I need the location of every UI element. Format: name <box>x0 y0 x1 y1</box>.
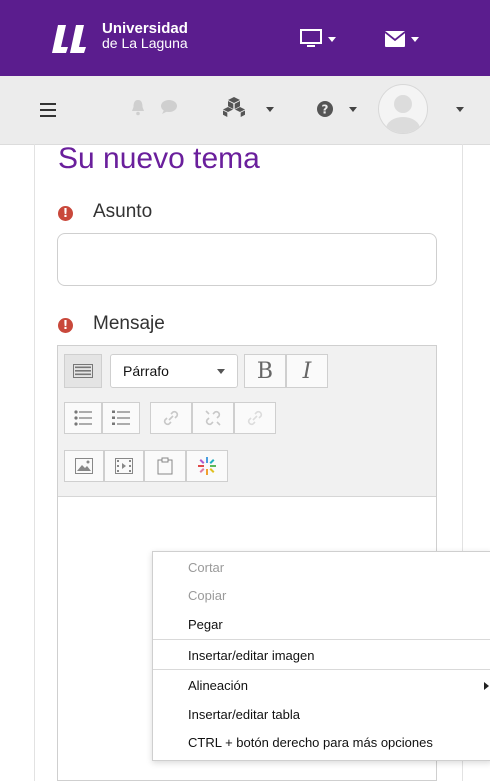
paste-button[interactable] <box>144 450 186 482</box>
menu-item-more-options[interactable]: CTRL + botón derecho para más opciones <box>188 735 433 750</box>
chevron-down-icon[interactable] <box>349 107 357 112</box>
menu-item-copy[interactable]: Copiar <box>188 588 226 603</box>
top-header: Universidad de La Laguna <box>0 0 490 76</box>
display-menu-button[interactable] <box>300 26 336 52</box>
message-label: Mensaje <box>93 313 165 334</box>
user-icon <box>386 95 420 133</box>
menu-item-cut[interactable]: Cortar <box>188 560 224 575</box>
insert-image-button[interactable] <box>64 450 104 482</box>
envelope-icon <box>385 31 405 47</box>
sparkle-color-icon <box>198 457 216 475</box>
chevron-down-icon <box>217 369 225 374</box>
keyboard-icon <box>73 364 93 378</box>
menu-separator <box>153 669 490 670</box>
user-menu-chevron-icon[interactable] <box>456 107 464 112</box>
menu-item-insert-image[interactable]: Insertar/editar imagen <box>188 648 314 663</box>
subject-input[interactable] <box>57 233 437 286</box>
anchor-link-icon <box>247 410 263 426</box>
editor-toolbar: Párrafo B I <box>58 346 436 497</box>
chat-icon[interactable] <box>160 99 178 115</box>
unlink-icon <box>205 410 221 426</box>
format-select-value: Párrafo <box>123 363 169 379</box>
submenu-arrow-icon <box>484 682 489 690</box>
help-icon[interactable]: ? <box>317 101 333 117</box>
bold-button[interactable]: B <box>244 354 286 388</box>
logo-line-2: de La Laguna <box>102 35 188 51</box>
svg-text:?: ? <box>322 103 329 117</box>
menu-icon[interactable] <box>40 103 56 117</box>
subject-label: Asunto <box>93 201 153 222</box>
monitor-icon <box>300 29 322 47</box>
ordered-list-button[interactable] <box>102 402 140 434</box>
logo-line-1: Universidad <box>102 20 188 37</box>
chevron-down-icon <box>411 36 419 42</box>
menu-item-insert-table[interactable]: Insertar/editar tabla <box>188 707 300 722</box>
required-icon: ! <box>58 206 73 221</box>
messages-menu-button[interactable] <box>385 26 419 52</box>
numbered-list-icon <box>112 410 130 425</box>
image-icon <box>75 458 93 474</box>
accessibility-checker-button[interactable] <box>186 450 228 482</box>
film-icon <box>115 458 133 474</box>
unlink-button[interactable] <box>192 402 234 434</box>
clipboard-icon <box>157 457 173 475</box>
user-avatar[interactable] <box>378 84 428 134</box>
content-border-left <box>34 144 35 781</box>
link-icon <box>163 410 179 426</box>
university-logo-icon <box>52 25 86 53</box>
context-menu: Cortar Copiar Pegar Insertar/editar imag… <box>152 551 490 761</box>
anchor-button[interactable] <box>234 402 276 434</box>
required-icon: ! <box>58 318 73 333</box>
chevron-down-icon[interactable] <box>266 107 274 112</box>
unordered-list-button[interactable] <box>64 402 102 434</box>
link-button[interactable] <box>150 402 192 434</box>
menu-separator <box>153 639 490 640</box>
bell-icon[interactable] <box>131 99 145 116</box>
italic-button[interactable]: I <box>286 354 328 388</box>
toolbar-toggle-button[interactable] <box>64 354 102 388</box>
page-title: Su nuevo tema <box>58 142 260 175</box>
format-select[interactable]: Párrafo <box>110 354 238 388</box>
menu-item-paste[interactable]: Pegar <box>188 617 223 632</box>
insert-media-button[interactable] <box>104 450 144 482</box>
bulleted-list-icon <box>74 410 92 426</box>
chevron-down-icon <box>328 36 336 42</box>
cubes-icon[interactable] <box>222 96 246 118</box>
menu-item-alignment[interactable]: Alineación <box>188 678 248 693</box>
university-name[interactable]: Universidad de La Laguna <box>102 21 188 51</box>
